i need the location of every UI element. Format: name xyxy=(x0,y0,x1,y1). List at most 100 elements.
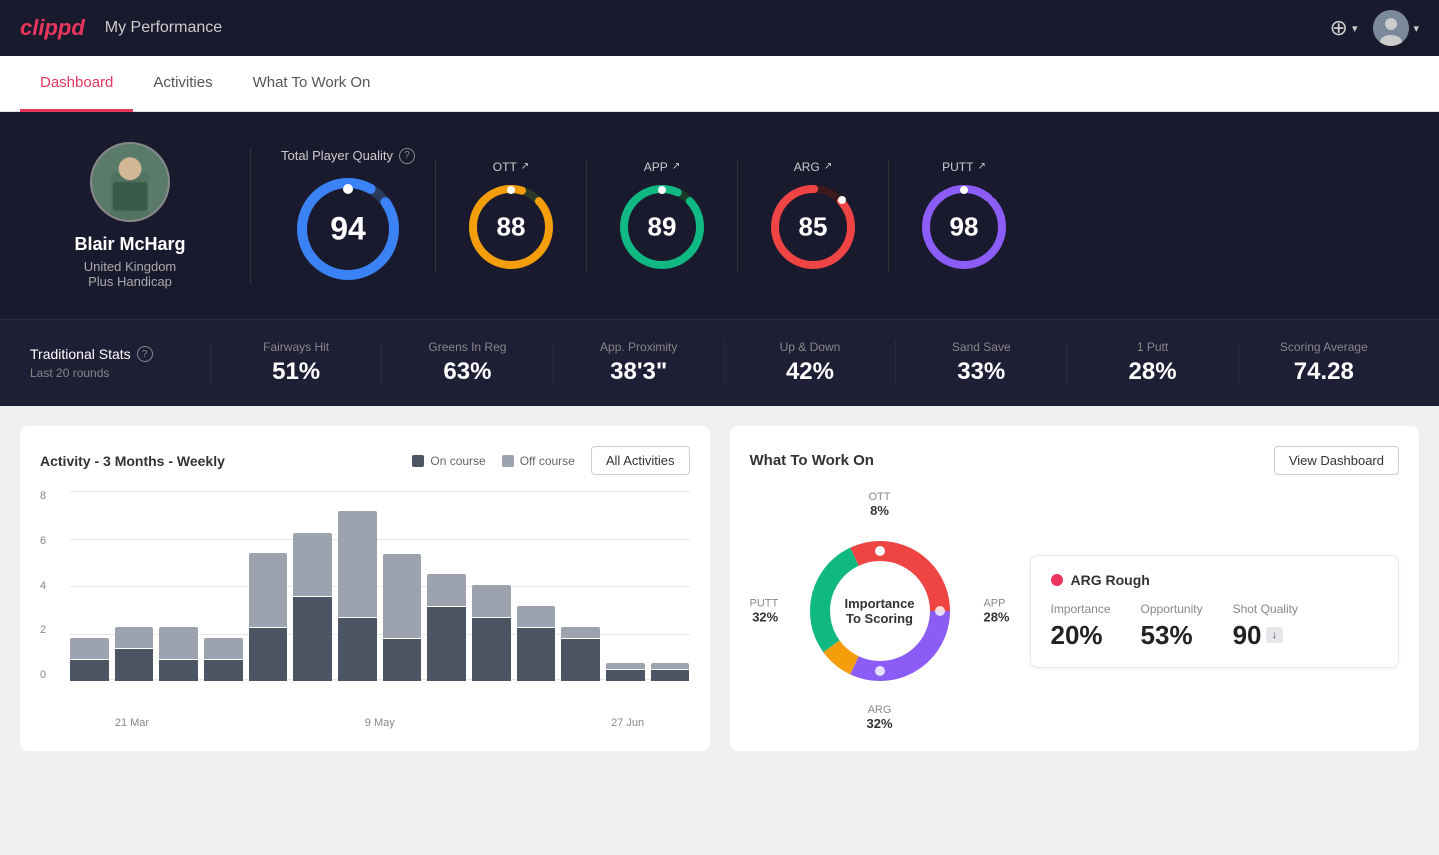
bar-bottom-2 xyxy=(159,660,198,681)
activity-header: Activity - 3 Months - Weekly On course O… xyxy=(40,446,690,475)
total-quality-ring: 94 xyxy=(293,174,403,284)
argh-opportunity: Opportunity 53% xyxy=(1141,602,1203,651)
app-trend-icon: ↗ xyxy=(672,161,680,172)
total-quality: Total Player Quality ? 94 xyxy=(281,148,415,284)
chart-legend: On course Off course xyxy=(412,454,575,468)
legend-on-course: On course xyxy=(412,454,485,468)
bar-bottom-4 xyxy=(249,628,288,681)
bar-top-2 xyxy=(159,627,198,659)
all-activities-button[interactable]: All Activities xyxy=(591,446,690,475)
avatar-chevron: ▾ xyxy=(1413,22,1419,35)
bar-group-11 xyxy=(561,491,600,681)
tab-what-to-work-on[interactable]: What To Work On xyxy=(233,56,391,112)
bar-bottom-7 xyxy=(383,639,422,681)
x-label-9-may: 9 May xyxy=(318,717,442,729)
scores-section: Total Player Quality ? 94 OTT xyxy=(250,148,1409,284)
bar-top-11 xyxy=(561,627,600,638)
avatar-button[interactable]: ▾ xyxy=(1373,10,1419,46)
bar-top-1 xyxy=(115,627,154,648)
x-label-spacer1 xyxy=(194,717,318,729)
app-ring: 89 xyxy=(617,182,707,272)
add-button[interactable]: ⊕ ▾ xyxy=(1330,15,1358,41)
bar-top-3 xyxy=(204,638,243,659)
x-label-21-mar: 21 Mar xyxy=(70,717,194,729)
donut-label-putt: PUTT 32% xyxy=(750,598,779,625)
bar-bottom-11 xyxy=(561,639,600,681)
bar-top-10 xyxy=(517,606,556,627)
wtwo-title: What To Work On xyxy=(750,452,874,469)
player-info: Blair McHarg United Kingdom Plus Handica… xyxy=(30,142,230,289)
total-quality-info-icon[interactable]: ? xyxy=(399,148,415,164)
bar-group-13 xyxy=(651,491,690,681)
stat-1-putt: 1 Putt 28% xyxy=(1066,340,1237,386)
bar-top-13 xyxy=(651,663,690,669)
bar-top-5 xyxy=(293,533,332,596)
arg-ring: 85 xyxy=(768,182,858,272)
legend-off-course-dot xyxy=(502,455,514,467)
bar-bottom-5 xyxy=(293,597,332,681)
legend-on-course-dot xyxy=(412,455,424,467)
total-quality-label: Total Player Quality ? xyxy=(281,148,415,164)
ott-label: OTT ↗ xyxy=(493,160,529,174)
bar-bottom-12 xyxy=(606,670,645,681)
donut-label-app: APP 28% xyxy=(983,598,1009,625)
sub-scores: OTT ↗ 88 APP xyxy=(435,160,1039,272)
bar-bottom-1 xyxy=(115,649,154,681)
tab-dashboard[interactable]: Dashboard xyxy=(20,56,133,112)
bar-top-6 xyxy=(338,511,377,617)
avatar-image xyxy=(1373,10,1409,46)
sub-score-app: APP ↗ 89 xyxy=(586,160,737,272)
stat-scoring-average: Scoring Average 74.28 xyxy=(1238,340,1409,386)
sub-score-putt: PUTT ↗ 98 xyxy=(888,160,1039,272)
app-label: APP ↗ xyxy=(644,160,680,174)
hero-section: Blair McHarg United Kingdom Plus Handica… xyxy=(0,112,1439,406)
ott-trend-icon: ↗ xyxy=(521,161,529,172)
view-dashboard-button[interactable]: View Dashboard xyxy=(1274,446,1399,475)
tab-activities[interactable]: Activities xyxy=(133,56,232,112)
activity-chart-card: Activity - 3 Months - Weekly On course O… xyxy=(20,426,710,751)
bar-top-9 xyxy=(472,585,511,617)
argh-header: ARG Rough xyxy=(1051,572,1379,588)
activity-header-right: On course Off course All Activities xyxy=(412,446,689,475)
wtwo-header: What To Work On View Dashboard xyxy=(750,446,1400,475)
sub-score-arg: ARG ↗ 85 xyxy=(737,160,888,272)
trad-stats-label: Traditional Stats ? Last 20 rounds xyxy=(30,346,210,380)
header-title: My Performance xyxy=(105,19,222,37)
ott-score: 88 xyxy=(497,211,526,242)
donut-wrapper: OTT 8% APP 28% ARG 32% PUTT 32% xyxy=(750,491,1010,731)
bar-group-4 xyxy=(249,491,288,681)
bar-bottom-10 xyxy=(517,628,556,681)
ott-ring: 88 xyxy=(466,182,556,272)
hero-content: Blair McHarg United Kingdom Plus Handica… xyxy=(0,112,1439,319)
donut-svg xyxy=(800,531,960,691)
stat-sand-save: Sand Save 33% xyxy=(895,340,1066,386)
activity-title: Activity - 3 Months - Weekly xyxy=(40,453,225,469)
arg-trend-icon: ↗ xyxy=(824,161,832,172)
legend-off-course: Off course xyxy=(502,454,575,468)
arg-label: ARG ↗ xyxy=(794,160,832,174)
what-to-work-on-card: What To Work On View Dashboard OTT 8% AP… xyxy=(730,426,1420,751)
trad-stats-info-icon[interactable]: ? xyxy=(137,346,153,362)
bar-bottom-8 xyxy=(427,607,466,681)
bar-top-8 xyxy=(427,574,466,606)
bar-group-5 xyxy=(293,491,332,681)
player-avatar xyxy=(90,142,170,222)
x-label-spacer2 xyxy=(442,717,566,729)
bar-group-8 xyxy=(427,491,466,681)
bar-top-0 xyxy=(70,638,109,659)
argh-metrics: Importance 20% Opportunity 53% Shot Qual… xyxy=(1051,602,1379,651)
header: clippd My Performance ⊕ ▾ ▾ xyxy=(0,0,1439,56)
bar-top-12 xyxy=(606,663,645,669)
bar-group-1 xyxy=(115,491,154,681)
bar-group-7 xyxy=(383,491,422,681)
trad-stats-subtitle: Last 20 rounds xyxy=(30,366,210,380)
arg-score: 85 xyxy=(799,211,828,242)
arg-detail-card: ARG Rough Importance 20% Opportunity 53%… xyxy=(1030,555,1400,668)
stat-app-proximity: App. Proximity 38'3" xyxy=(553,340,724,386)
bar-group-9 xyxy=(472,491,511,681)
putt-label: PUTT ↗ xyxy=(942,160,986,174)
avatar xyxy=(1373,10,1409,46)
bar-bottom-6 xyxy=(338,618,377,681)
wtwo-content: OTT 8% APP 28% ARG 32% PUTT 32% xyxy=(750,491,1400,731)
player-avatar-image xyxy=(92,142,168,222)
